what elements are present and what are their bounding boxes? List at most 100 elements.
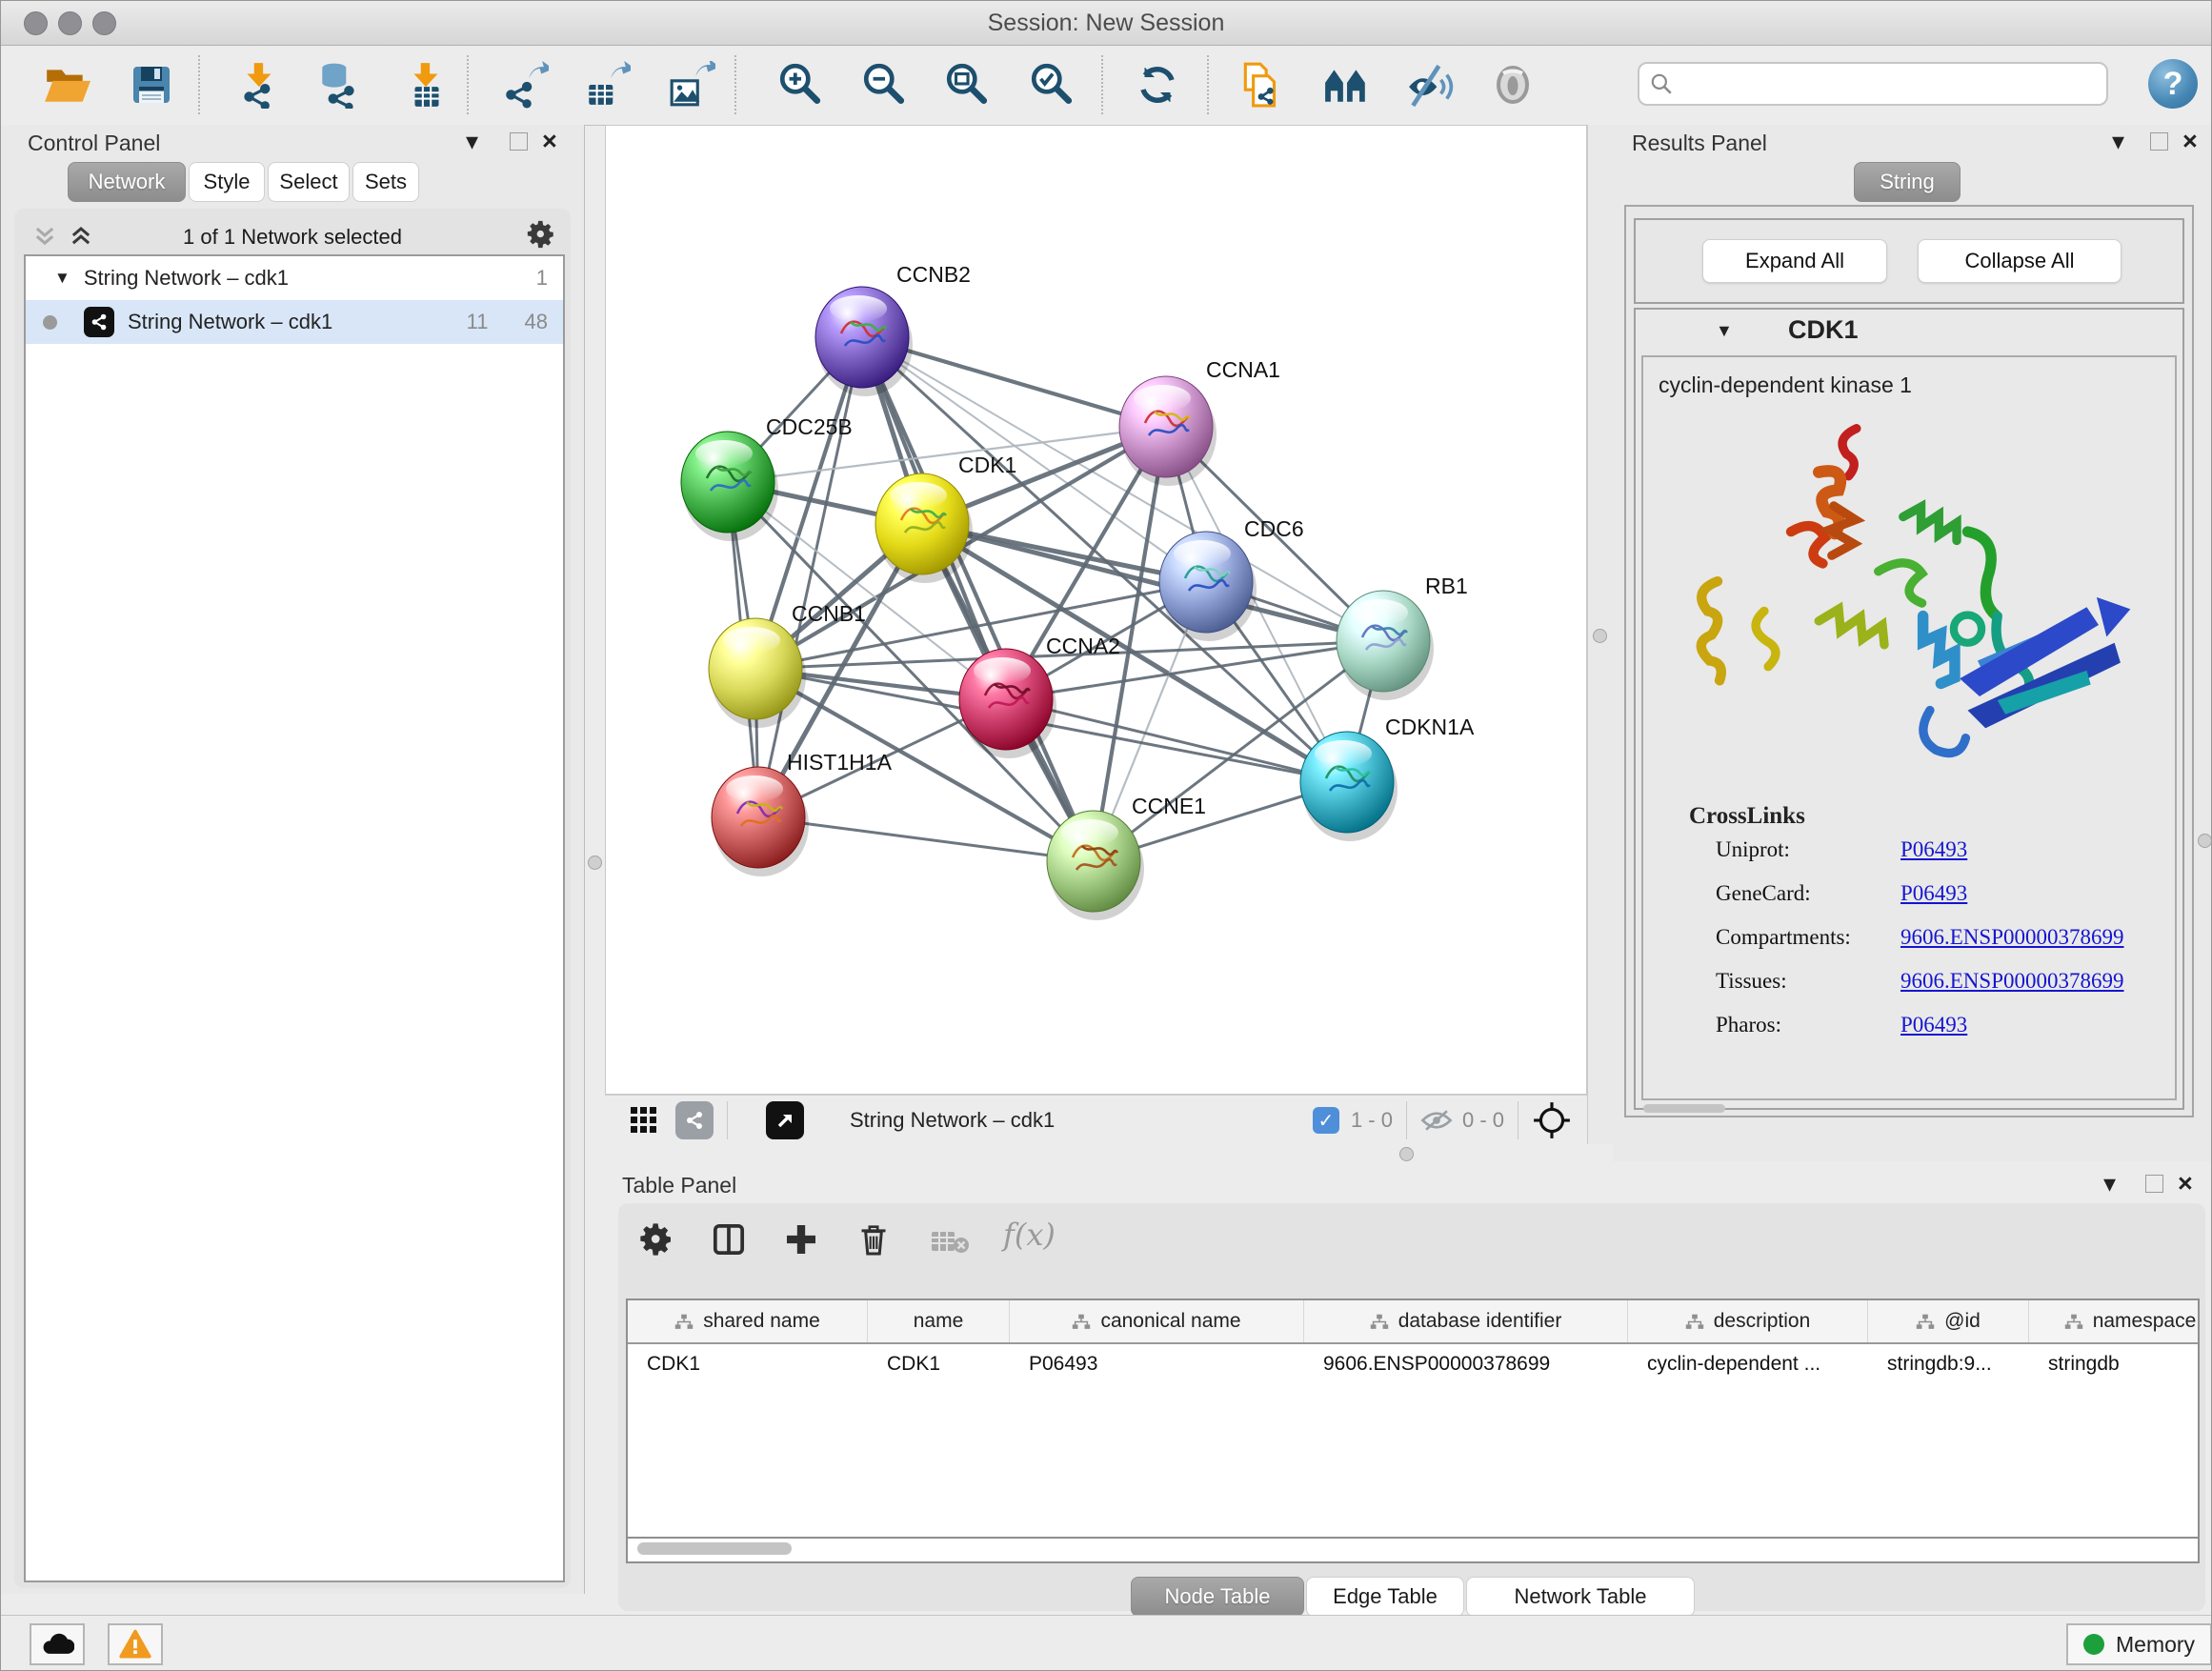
delete-table-icon-disabled[interactable] [931,1228,971,1257]
network-node-rb1[interactable] [1337,591,1434,700]
table-cell[interactable]: stringdb [2029,1344,2200,1386]
table-cell[interactable]: P06493 [1010,1344,1304,1386]
import-network-database-icon[interactable] [312,57,367,112]
float-panel-icon[interactable]: ▾ [2103,1171,2116,1196]
warning-status-icon[interactable] [108,1623,163,1665]
column-header-description[interactable]: description [1628,1300,1868,1342]
network-node-cdkn1a[interactable] [1300,732,1398,841]
memory-button[interactable]: Memory [2066,1623,2212,1665]
export-image-icon[interactable] [664,57,719,112]
tab-style[interactable]: Style [189,162,265,202]
save-session-icon[interactable] [124,57,179,112]
column-header-namespace[interactable]: namespace [2029,1300,2200,1342]
import-table-icon[interactable] [399,57,454,112]
tab-string[interactable]: String [1854,162,1961,202]
cloud-status-icon[interactable] [30,1623,85,1665]
table-cell[interactable]: CDK1 [868,1344,1010,1386]
close-panel-icon[interactable]: × [542,127,557,156]
network-graph[interactable]: CCNB2CCNA1CDC25BCDK1CDC6RB1CCNB1CCNA2CDK… [606,126,1586,1094]
network-node-cdk1[interactable] [875,473,973,583]
zoom-in-icon[interactable] [773,57,828,112]
network-collection-row[interactable]: ▼ String Network – cdk1 1 [26,256,563,300]
refresh-layout-icon[interactable] [1130,57,1185,112]
tab-sets[interactable]: Sets [352,162,419,202]
delete-column-icon[interactable] [855,1220,893,1258]
tab-network[interactable]: Network [68,162,186,202]
crosslink-tissues-link[interactable]: 9606.ENSP00000378699 [1900,969,2124,994]
show-graphics-details-icon[interactable] [1485,57,1540,112]
collection-count: 1 [536,266,548,291]
collapse-gene-icon[interactable]: ▼ [1716,321,1733,341]
network-node-ccne1[interactable] [1047,811,1144,920]
crosslink-genecard-link[interactable]: P06493 [1900,881,1967,906]
tab-node-table[interactable]: Node Table [1131,1577,1304,1617]
network-node-ccna2[interactable] [959,649,1056,758]
table-row[interactable]: CDK1CDK1P064939606.ENSP00000378699cyclin… [628,1344,2198,1386]
selected-items-checkbox-icon[interactable]: ✓ [1313,1107,1339,1134]
grid-view-icon[interactable] [630,1106,658,1135]
maximize-panel-icon[interactable] [2145,1175,2163,1193]
tab-edge-table[interactable]: Edge Table [1306,1577,1464,1617]
left-splitter-handle[interactable] [588,856,602,870]
window-edge-handle[interactable] [2198,834,2212,848]
network-snapshot-icon[interactable] [1235,57,1290,112]
column-header-name[interactable]: name [868,1300,1010,1342]
float-panel-icon[interactable]: ▾ [2112,129,2124,153]
network-node-ccna1[interactable] [1119,376,1217,486]
export-table-icon[interactable] [579,57,634,112]
table-gear-icon[interactable] [637,1220,675,1258]
zoom-out-icon[interactable] [856,57,912,112]
crosslink-compartments-link[interactable]: 9606.ENSP00000378699 [1900,925,2124,950]
close-panel-icon[interactable]: × [2182,127,2198,156]
maximize-panel-icon[interactable] [2150,132,2168,151]
function-builder-icon[interactable]: f(x) [1003,1217,1056,1253]
right-splitter-handle[interactable] [1593,629,1607,643]
status-bar: Memory [1,1615,2211,1671]
zoom-fit-icon[interactable] [939,57,995,112]
search-box [1638,62,2108,106]
network-node-hist1h1a[interactable] [712,767,809,876]
add-column-icon[interactable] [782,1220,820,1258]
search-input[interactable] [1674,70,2078,97]
table-cell[interactable]: 9606.ENSP00000378699 [1304,1344,1628,1386]
network-row-selected[interactable]: String Network – cdk1 11 48 [26,300,563,344]
network-canvas[interactable]: CCNB2CCNA1CDC25BCDK1CDC6RB1CCNB1CCNA2CDK… [605,125,1587,1095]
float-panel-icon[interactable]: ▾ [466,129,478,153]
network-options-gear-icon[interactable] [525,218,557,251]
expand-all-button[interactable]: Expand All [1702,239,1887,283]
import-network-file-icon[interactable] [232,57,288,112]
tab-select[interactable]: Select [268,162,350,202]
horizontal-splitter-handle[interactable] [1399,1147,1414,1161]
network-edge[interactable] [758,337,862,817]
collapse-collection-icon[interactable]: ▼ [54,269,70,288]
close-panel-icon[interactable]: × [2178,1169,2193,1198]
network-edge[interactable] [862,337,1094,861]
column-header-database-identifier[interactable]: database identifier [1304,1300,1628,1342]
maximize-panel-icon[interactable] [510,132,528,151]
export-network-icon[interactable] [497,57,553,112]
table-cell[interactable]: CDK1 [628,1344,868,1386]
network-node-cdc25b[interactable] [681,432,778,541]
network-node-ccnb2[interactable] [815,287,913,396]
table-hscrollbar-track[interactable] [626,1539,2200,1563]
column-header-shared-name[interactable]: shared name [628,1300,868,1342]
zoom-selected-icon[interactable] [1024,57,1079,112]
tab-network-table[interactable]: Network Table [1466,1577,1695,1617]
detach-view-icon[interactable] [766,1101,804,1139]
crosslink-pharos-link[interactable]: P06493 [1900,1013,1967,1037]
open-session-icon[interactable] [39,57,94,112]
column-header--id[interactable]: @id [1868,1300,2029,1342]
first-neighbors-icon[interactable] [1318,57,1374,112]
help-icon[interactable]: ? [2148,59,2198,109]
table-cell[interactable]: stringdb:9... [1868,1344,2029,1386]
collapse-all-button[interactable]: Collapse All [1918,239,2122,283]
results-hscrollbar-thumb[interactable] [1643,1104,1725,1113]
crosslink-uniprot-link[interactable]: P06493 [1900,837,1967,862]
table-cell[interactable]: cyclin-dependent ... [1628,1344,1868,1386]
column-header-canonical-name[interactable]: canonical name [1010,1300,1304,1342]
show-columns-icon[interactable] [710,1220,748,1258]
network-share-view-icon[interactable] [675,1101,714,1139]
table-hscrollbar-thumb[interactable] [637,1542,792,1555]
hide-graphics-details-icon[interactable] [1402,57,1458,112]
birds-eye-view-icon[interactable] [1532,1100,1572,1140]
